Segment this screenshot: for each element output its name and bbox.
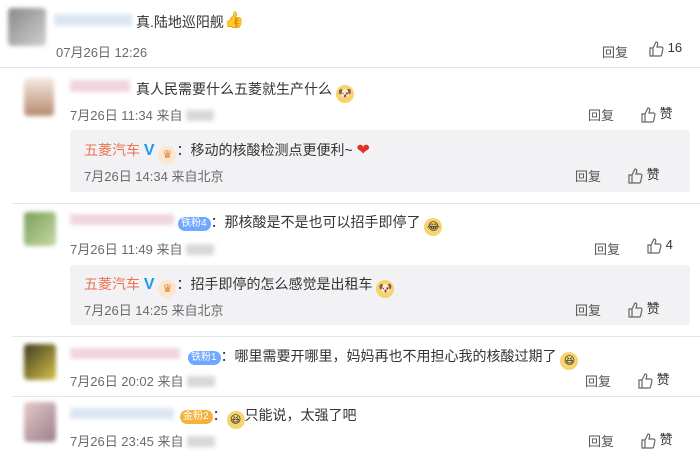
reply-button[interactable]: 回复 [594, 239, 620, 258]
reply-button[interactable]: 回复 [575, 300, 601, 319]
comment-time: 7月26日 11:34 来自 [70, 105, 215, 124]
thumbs-up-icon [641, 106, 656, 123]
doge-emoji-icon: 🐶 [376, 280, 395, 298]
reply-time: 7月26日 14:34 来自北京 [84, 169, 224, 184]
crying-laugh-emoji-icon: 😂 [424, 218, 443, 236]
vip-crown-icon: ♛ [158, 280, 177, 298]
comment-time: 7月26日 23:45 来自 [70, 431, 216, 450]
thumbs-up-icon [647, 237, 662, 254]
like-button[interactable]: 赞 [627, 164, 660, 184]
comment-time: 7月26日 11:49 来自 [70, 239, 215, 258]
like-button[interactable]: 16 [648, 40, 682, 57]
thumbs-up-icon [638, 372, 653, 389]
laughing-emoji-icon: 😆 [560, 352, 579, 370]
reply-author[interactable]: 五菱汽车 [84, 142, 140, 158]
like-count: 16 [667, 40, 683, 55]
laughing-emoji-icon: 😆 [226, 411, 245, 429]
reply-button[interactable]: 回复 [585, 371, 611, 390]
gold-fan-badge: 金粉2 [180, 410, 213, 424]
thumbs-up-emoji-icon: 👍 [224, 12, 244, 29]
username[interactable] [70, 214, 174, 225]
like-button[interactable]: 赞 [640, 103, 673, 123]
comment-text: 铁粉4 ：那核酸是不是也可以招手即停了 😂 [178, 212, 443, 236]
reply-button[interactable]: 回复 [602, 42, 628, 61]
divider [12, 203, 700, 204]
reply-content: 五菱汽车 V ♛ ：移动的核酸检测点更便利~ ❤ [84, 140, 370, 164]
thumbs-up-icon [641, 432, 656, 449]
username[interactable] [70, 348, 180, 359]
verified-v-icon: V [143, 276, 155, 293]
divider [12, 336, 700, 337]
divider [12, 396, 700, 397]
like-button[interactable]: 赞 [640, 429, 673, 449]
like-count: 4 [665, 237, 673, 252]
like-button[interactable]: 4 [646, 237, 673, 254]
reply-content: 五菱汽车 V ♛ ：招手即停的怎么感觉是出租车 🐶 [84, 274, 395, 298]
comment-text: 铁粉1 ：哪里需要开哪里，妈妈再也不用担心我的核酸过期了 😆 [188, 346, 579, 370]
comment-time: 07月26日 12:26 [56, 45, 148, 60]
username[interactable] [70, 408, 174, 419]
heart-icon: ❤ [356, 142, 370, 159]
divider [0, 67, 700, 68]
vip-crown-icon: ♛ [158, 146, 177, 164]
verified-v-icon: V [143, 142, 155, 159]
reply-button[interactable]: 回复 [588, 105, 614, 124]
avatar[interactable] [24, 78, 54, 116]
avatar[interactable] [8, 8, 46, 46]
iron-fan-badge: 铁粉1 [188, 351, 221, 365]
reply-author[interactable]: 五菱汽车 [84, 276, 140, 292]
avatar[interactable] [24, 344, 56, 380]
username[interactable] [70, 80, 130, 92]
comment-time: 7月26日 20:02 来自 [70, 371, 216, 390]
reply-button[interactable]: 回复 [588, 431, 614, 450]
reply-time: 7月26日 14:25 来自北京 [84, 303, 224, 318]
like-button[interactable]: 赞 [627, 298, 660, 318]
avatar[interactable] [24, 212, 56, 246]
iron-fan-badge: 铁粉4 [178, 217, 211, 231]
avatar[interactable] [24, 402, 56, 442]
comment-author: 真.陆地巡阳舰 [136, 14, 224, 30]
comment-text: 真人民需要什么五菱就生产什么 🐶 [136, 79, 354, 103]
thumbs-up-icon [628, 167, 643, 184]
thumbs-up-icon [628, 301, 643, 318]
thumbs-up-icon [649, 40, 664, 57]
username[interactable] [54, 14, 132, 26]
doge-emoji-icon: 🐶 [335, 85, 354, 103]
reply-button[interactable]: 回复 [575, 166, 601, 185]
comment-text: 金粉2： 😆 只能说，太强了吧 [180, 405, 357, 429]
like-button[interactable]: 赞 [637, 369, 670, 389]
